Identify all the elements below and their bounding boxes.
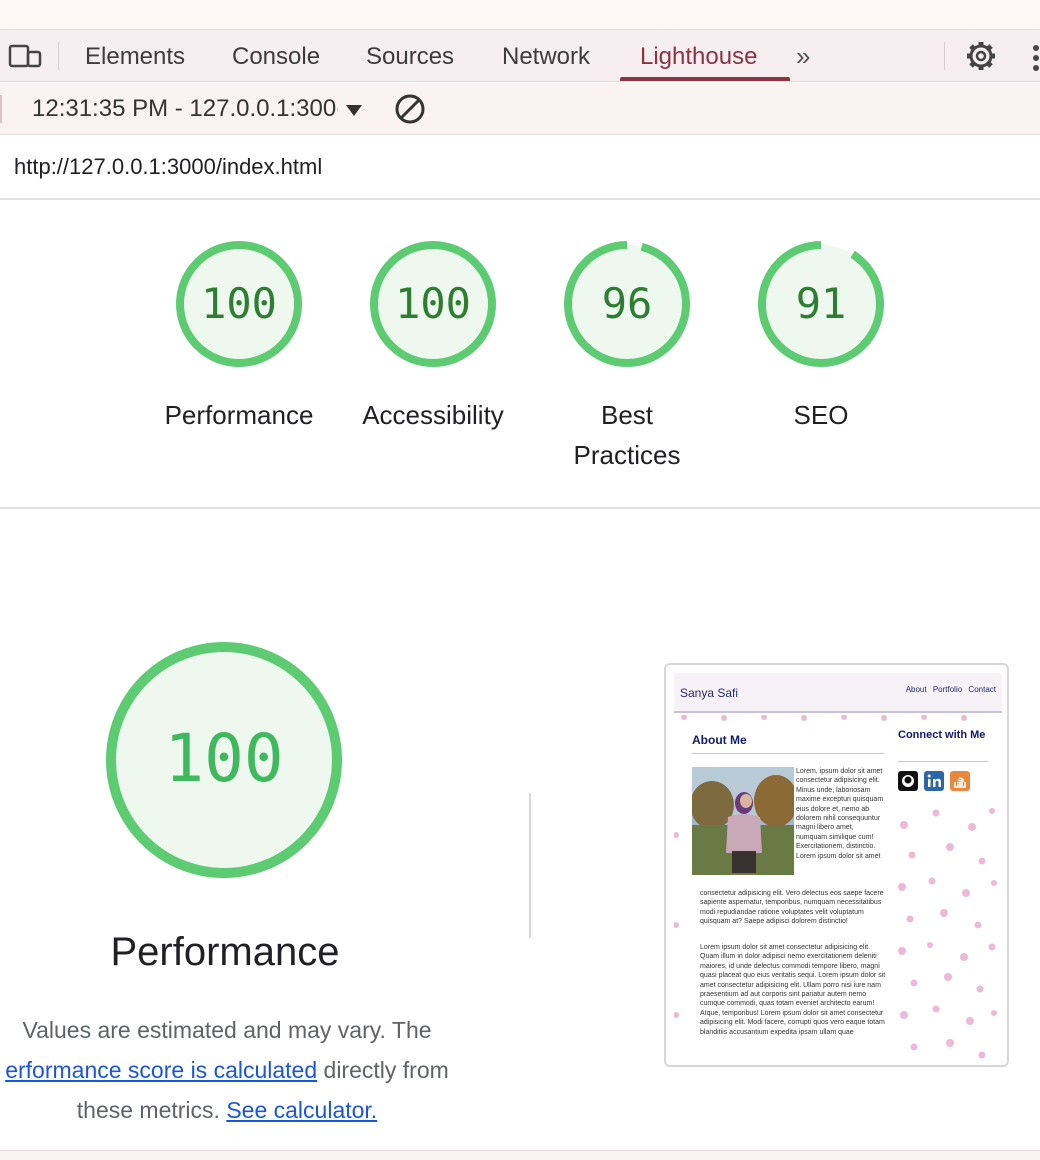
- gauge-label: Performance: [164, 400, 314, 430]
- gauge-accessibility[interactable]: 100 Accessibility: [343, 239, 523, 435]
- gauge-best-practices[interactable]: 96 Best Practices: [537, 239, 717, 475]
- tab-lighthouse[interactable]: Lighthouse: [640, 40, 757, 74]
- kebab-menu-icon[interactable]: [1032, 44, 1040, 72]
- site-navbar: Sanya Safi About Portfolio Contact: [674, 673, 1002, 713]
- see-calculator-link[interactable]: See calculator.: [226, 1097, 377, 1123]
- gauge-score: 91: [796, 279, 847, 328]
- github-icon: [898, 771, 918, 791]
- site-brand: Sanya Safi: [680, 686, 739, 700]
- gauge-ring: 100: [370, 241, 496, 367]
- score-gauges: 100 Performance 100 Accessibility 96 Bes…: [0, 201, 1040, 509]
- about-paragraph-below: consectetur adipisicing elit. Vero delec…: [700, 890, 884, 926]
- tab-sources[interactable]: Sources: [366, 40, 454, 74]
- gauge-ring: 91: [758, 241, 884, 367]
- tab-separator: [58, 42, 59, 70]
- report-url[interactable]: http://127.0.0.1:3000/index.html: [14, 154, 322, 180]
- about-rule: [692, 753, 884, 754]
- tab-elements[interactable]: Elements: [85, 40, 185, 74]
- tab-separator-right: [944, 42, 945, 70]
- site-nav-links: About Portfolio Contact: [902, 685, 996, 694]
- gauge-score: 100: [395, 279, 471, 328]
- profile-photo: [692, 767, 794, 875]
- gauge-ring: 96: [564, 241, 690, 367]
- gauge-label: Best Practices: [573, 400, 681, 470]
- performance-title: Performance: [110, 930, 340, 974]
- about-card: About Me Lorem, ipsum dolor sit amet con…: [682, 723, 892, 1065]
- desc-text: Values are estimated and may vary. The: [22, 1017, 432, 1043]
- gauge-performance[interactable]: 100 Performance: [149, 239, 329, 435]
- site-nav-contact: Contact: [968, 685, 996, 694]
- toolbar-left-edge: [0, 95, 2, 123]
- gauge-label: Accessibility: [362, 400, 504, 430]
- report-url-bar: http://127.0.0.1:3000/index.html: [0, 136, 1040, 200]
- connect-card: Connect with Me: [894, 723, 994, 803]
- stackoverflow-icon: [950, 771, 970, 791]
- more-tabs-button[interactable]: »: [796, 40, 810, 72]
- gauge-label: SEO: [793, 400, 849, 430]
- active-tab-indicator: [620, 77, 790, 81]
- gear-icon[interactable]: [964, 39, 998, 73]
- window-top-strip: [0, 0, 1040, 30]
- site-nav-portfolio: Portfolio: [932, 685, 963, 694]
- tab-network[interactable]: Network: [502, 40, 590, 74]
- performance-big-gauge: 100: [106, 642, 342, 878]
- about-paragraph-2: Lorem ipsum dolor sit amet consectetur a…: [700, 944, 886, 1036]
- gauge-score: 96: [602, 279, 653, 328]
- about-paragraph-beside: Lorem, ipsum dolor sit amet consectetur …: [796, 768, 884, 860]
- gauge-score: 100: [201, 279, 277, 328]
- performance-score: 100: [164, 720, 283, 797]
- score-calculated-link[interactable]: erformance score is calculated: [5, 1057, 317, 1083]
- connect-rule: [898, 761, 988, 762]
- lighthouse-toolbar: 12:31:35 PM - 127.0.0.1:300(: [0, 83, 1040, 135]
- section-divider: [529, 793, 531, 938]
- connect-heading: Connect with Me: [898, 729, 986, 741]
- devtools-tab-bar: Elements Console Sources Network Lightho…: [0, 30, 1040, 82]
- bottom-band: [0, 1150, 1040, 1160]
- tab-console[interactable]: Console: [232, 40, 320, 74]
- about-heading: About Me: [692, 733, 747, 747]
- performance-description: Values are estimated and may vary. The e…: [0, 1010, 466, 1130]
- chevron-down-icon[interactable]: [346, 105, 362, 116]
- device-toolbar-icon[interactable]: [8, 42, 42, 70]
- gauge-ring: 100: [176, 241, 302, 367]
- linkedin-icon: [924, 771, 944, 791]
- site-nav-about: About: [905, 685, 927, 694]
- report-selector[interactable]: 12:31:35 PM - 127.0.0.1:300(: [32, 93, 338, 125]
- gauge-seo[interactable]: 91 SEO: [731, 239, 911, 435]
- final-screenshot-thumbnail[interactable]: Sanya Safi About Portfolio Contact About…: [664, 663, 1009, 1067]
- clear-reports-icon[interactable]: [393, 92, 427, 126]
